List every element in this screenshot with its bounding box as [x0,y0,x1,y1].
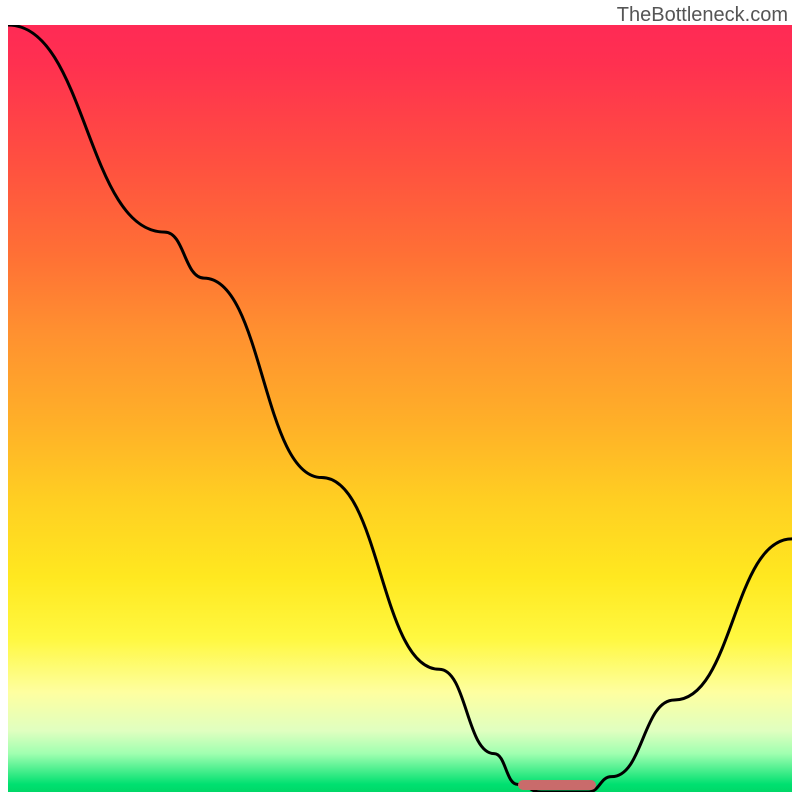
optimal-range-marker [518,780,596,790]
bottleneck-curve-line [8,25,792,792]
chart-curve-svg [8,25,792,792]
watermark-text: TheBottleneck.com [617,4,788,27]
bottleneck-chart [8,25,792,792]
